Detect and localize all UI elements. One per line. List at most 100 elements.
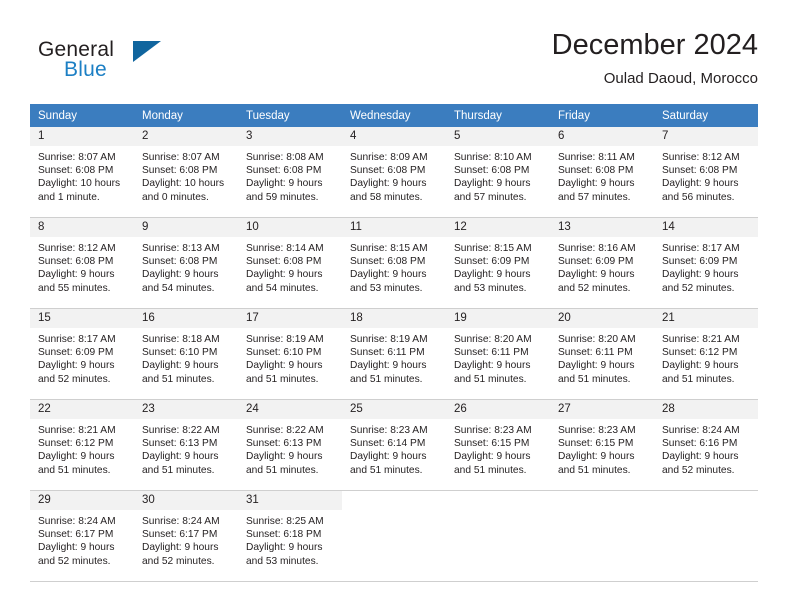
calendar-day-cell[interactable]: 13 Sunrise: 8:16 AM Sunset: 6:09 PM Dayligh…	[550, 217, 654, 309]
day-number: 14	[654, 218, 758, 237]
calendar-day-cell[interactable]: 26 Sunrise: 8:23 AM Sunset: 6:15 PM Dayligh…	[446, 399, 550, 491]
day-number: 11	[342, 218, 446, 237]
sunset-text: Sunset: 6:08 PM	[246, 165, 322, 177]
calendar-day-cell[interactable]: 21 Sunrise: 8:21 AM Sunset: 6:12 PM Dayligh…	[654, 308, 758, 400]
sunrise-text: Sunrise: 8:15 AM	[350, 243, 428, 254]
day-sun-info: Sunrise: 8:19 AM Sunset: 6:11 PM Daylight:…	[342, 328, 446, 386]
calendar-day-cell[interactable]: 6 Sunrise: 8:11 AM Sunset: 6:08 PM Daylight…	[550, 127, 654, 218]
calendar-day-cell[interactable]: 19 Sunrise: 8:20 AM Sunset: 6:11 PM Dayligh…	[446, 308, 550, 400]
daylight-text-line2: and 51 minutes.	[142, 464, 215, 476]
day-sun-info: Sunrise: 8:08 AM Sunset: 6:08 PM Daylight:…	[238, 146, 342, 204]
calendar-week-row: 15 Sunrise: 8:17 AM Sunset: 6:09 PM Dayligh…	[30, 308, 758, 400]
sunset-text: Sunset: 6:08 PM	[142, 256, 218, 268]
day-sun-info: Sunrise: 8:23 AM Sunset: 6:15 PM Daylight:…	[446, 419, 550, 477]
day-cell-content: 18 Sunrise: 8:19 AM Sunset: 6:11 PM Dayligh…	[342, 309, 446, 399]
day-sun-info	[654, 510, 758, 515]
sunrise-text: Sunrise: 8:21 AM	[662, 334, 740, 345]
day-sun-info	[446, 510, 550, 515]
day-sun-info: Sunrise: 8:17 AM Sunset: 6:09 PM Daylight:…	[30, 328, 134, 386]
sunset-text: Sunset: 6:09 PM	[454, 256, 530, 268]
calendar-day-cell[interactable]: 1 Sunrise: 8:07 AM Sunset: 6:08 PM Daylight…	[30, 127, 134, 218]
day-number: 21	[654, 309, 758, 328]
daylight-text-line1: Daylight: 9 hours	[662, 178, 739, 190]
calendar-day-cell[interactable]: 3 Sunrise: 8:08 AM Sunset: 6:08 PM Daylight…	[238, 127, 342, 218]
sunrise-text: Sunrise: 8:21 AM	[38, 425, 116, 436]
sunset-text: Sunset: 6:18 PM	[246, 529, 322, 541]
calendar-empty-cell	[446, 490, 550, 582]
day-number: 12	[446, 218, 550, 237]
day-number: 5	[446, 127, 550, 146]
calendar-day-cell[interactable]: 11 Sunrise: 8:15 AM Sunset: 6:08 PM Dayligh…	[342, 217, 446, 309]
day-number: 13	[550, 218, 654, 237]
day-cell-content: 20 Sunrise: 8:20 AM Sunset: 6:11 PM Dayligh…	[550, 309, 654, 399]
day-number: 30	[134, 491, 238, 510]
calendar-page: General Blue December 2024 Oulad Daoud, …	[0, 0, 792, 612]
daylight-text-line2: and 51 minutes.	[38, 464, 111, 476]
calendar-day-cell[interactable]: 27 Sunrise: 8:23 AM Sunset: 6:15 PM Dayligh…	[550, 399, 654, 491]
calendar-day-cell[interactable]: 16 Sunrise: 8:18 AM Sunset: 6:10 PM Dayligh…	[134, 308, 238, 400]
calendar-day-cell[interactable]: 23 Sunrise: 8:22 AM Sunset: 6:13 PM Dayligh…	[134, 399, 238, 491]
calendar-day-cell[interactable]: 5 Sunrise: 8:10 AM Sunset: 6:08 PM Daylight…	[446, 127, 550, 218]
calendar-day-cell[interactable]: 7 Sunrise: 8:12 AM Sunset: 6:08 PM Daylight…	[654, 127, 758, 218]
sunset-text: Sunset: 6:10 PM	[246, 347, 322, 359]
calendar-day-cell[interactable]: 12 Sunrise: 8:15 AM Sunset: 6:09 PM Dayligh…	[446, 217, 550, 309]
brand-logo[interactable]: General Blue	[30, 32, 240, 92]
calendar-day-cell[interactable]: 8 Sunrise: 8:12 AM Sunset: 6:08 PM Daylight…	[30, 217, 134, 309]
sunset-text: Sunset: 6:17 PM	[142, 529, 218, 541]
sunset-text: Sunset: 6:08 PM	[350, 256, 426, 268]
daylight-text-line2: and 51 minutes.	[142, 373, 215, 385]
sunrise-text: Sunrise: 8:08 AM	[246, 152, 324, 163]
calendar-day-cell[interactable]: 30 Sunrise: 8:24 AM Sunset: 6:17 PM Dayligh…	[134, 490, 238, 582]
sunrise-text: Sunrise: 8:14 AM	[246, 243, 324, 254]
daylight-text-line1: Daylight: 9 hours	[38, 269, 115, 281]
calendar-day-cell[interactable]: 24 Sunrise: 8:22 AM Sunset: 6:13 PM Dayligh…	[238, 399, 342, 491]
daylight-text-line1: Daylight: 9 hours	[662, 451, 739, 463]
calendar-day-cell[interactable]: 10 Sunrise: 8:14 AM Sunset: 6:08 PM Dayligh…	[238, 217, 342, 309]
day-number: 2	[134, 127, 238, 146]
daylight-text-line1: Daylight: 10 hours	[38, 178, 121, 190]
calendar-day-cell[interactable]: 18 Sunrise: 8:19 AM Sunset: 6:11 PM Dayligh…	[342, 308, 446, 400]
day-cell-content: 3 Sunrise: 8:08 AM Sunset: 6:08 PM Daylight…	[238, 127, 342, 217]
daylight-text-line2: and 52 minutes.	[558, 282, 631, 294]
day-sun-info	[550, 510, 654, 515]
calendar-day-cell[interactable]: 25 Sunrise: 8:23 AM Sunset: 6:14 PM Dayligh…	[342, 399, 446, 491]
daylight-text-line2: and 59 minutes.	[246, 191, 319, 203]
day-sun-info: Sunrise: 8:22 AM Sunset: 6:13 PM Daylight:…	[134, 419, 238, 477]
calendar-day-cell[interactable]: 22 Sunrise: 8:21 AM Sunset: 6:12 PM Dayligh…	[30, 399, 134, 491]
calendar-day-cell[interactable]: 28 Sunrise: 8:24 AM Sunset: 6:16 PM Dayligh…	[654, 399, 758, 491]
day-cell-content: 30 Sunrise: 8:24 AM Sunset: 6:17 PM Dayligh…	[134, 491, 238, 581]
day-cell-content: 7 Sunrise: 8:12 AM Sunset: 6:08 PM Daylight…	[654, 127, 758, 217]
daylight-text-line1: Daylight: 9 hours	[454, 360, 531, 372]
sunrise-text: Sunrise: 8:12 AM	[38, 243, 116, 254]
sunrise-text: Sunrise: 8:12 AM	[662, 152, 740, 163]
sunset-text: Sunset: 6:13 PM	[246, 438, 322, 450]
calendar-day-cell[interactable]: 14 Sunrise: 8:17 AM Sunset: 6:09 PM Dayligh…	[654, 217, 758, 309]
day-number: 28	[654, 400, 758, 419]
daylight-text-line1: Daylight: 9 hours	[246, 542, 323, 554]
day-number: 17	[238, 309, 342, 328]
calendar-day-cell[interactable]: 31 Sunrise: 8:25 AM Sunset: 6:18 PM Dayligh…	[238, 490, 342, 582]
day-sun-info: Sunrise: 8:15 AM Sunset: 6:09 PM Daylight:…	[446, 237, 550, 295]
daylight-text-line2: and 57 minutes.	[454, 191, 527, 203]
daylight-text-line2: and 51 minutes.	[246, 373, 319, 385]
calendar-day-cell[interactable]: 9 Sunrise: 8:13 AM Sunset: 6:08 PM Daylight…	[134, 217, 238, 309]
sunset-text: Sunset: 6:08 PM	[38, 165, 114, 177]
day-cell-content: 24 Sunrise: 8:22 AM Sunset: 6:13 PM Dayligh…	[238, 400, 342, 490]
day-sun-info: Sunrise: 8:13 AM Sunset: 6:08 PM Daylight:…	[134, 237, 238, 295]
calendar-day-cell[interactable]: 15 Sunrise: 8:17 AM Sunset: 6:09 PM Dayligh…	[30, 308, 134, 400]
day-sun-info: Sunrise: 8:12 AM Sunset: 6:08 PM Daylight:…	[30, 237, 134, 295]
daylight-text-line2: and 51 minutes.	[350, 373, 423, 385]
calendar-day-cell[interactable]: 20 Sunrise: 8:20 AM Sunset: 6:11 PM Dayligh…	[550, 308, 654, 400]
daylight-text-line1: Daylight: 9 hours	[246, 360, 323, 372]
calendar-day-cell[interactable]: 4 Sunrise: 8:09 AM Sunset: 6:08 PM Daylight…	[342, 127, 446, 218]
sunset-text: Sunset: 6:13 PM	[142, 438, 218, 450]
calendar-day-cell[interactable]: 17 Sunrise: 8:19 AM Sunset: 6:10 PM Dayligh…	[238, 308, 342, 400]
daylight-text-line1: Daylight: 9 hours	[142, 542, 219, 554]
day-sun-info: Sunrise: 8:15 AM Sunset: 6:08 PM Daylight:…	[342, 237, 446, 295]
calendar-day-cell[interactable]: 29 Sunrise: 8:24 AM Sunset: 6:17 PM Dayligh…	[30, 490, 134, 582]
day-cell-content: 6 Sunrise: 8:11 AM Sunset: 6:08 PM Daylight…	[550, 127, 654, 217]
daylight-text-line2: and 52 minutes.	[38, 555, 111, 567]
daylight-text-line2: and 54 minutes.	[246, 282, 319, 294]
daylight-text-line2: and 0 minutes.	[142, 191, 209, 203]
calendar-day-cell[interactable]: 2 Sunrise: 8:07 AM Sunset: 6:08 PM Daylight…	[134, 127, 238, 218]
